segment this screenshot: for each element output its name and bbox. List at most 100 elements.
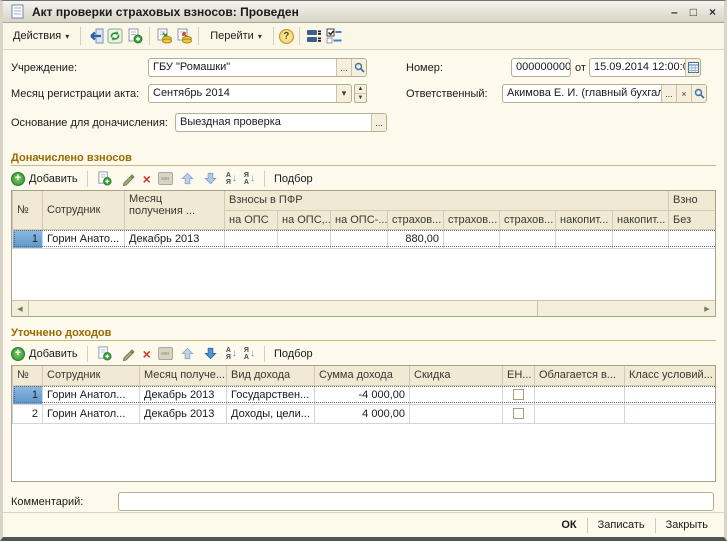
column-header[interactable]: № [13,366,43,385]
income-type-cell[interactable]: Государствен... [227,385,315,404]
sort-ascending-icon[interactable]: АЯ ↓ [226,172,237,186]
maximize-button[interactable]: □ [690,6,697,18]
move-up-icon[interactable] [180,171,196,187]
contributions-table[interactable]: № Сотрудник Месяц получения ... Взносы в… [11,190,716,317]
checkbox-cell[interactable] [503,404,535,423]
refresh-icon[interactable] [106,27,124,45]
add-row-button[interactable]: + Добавить [11,172,78,186]
taxed-cell[interactable] [535,404,625,423]
row-number-cell[interactable]: 2 [13,404,43,423]
institution-magnifier-icon[interactable] [351,59,366,76]
column-header-month[interactable]: Месяц получения ... [125,191,225,229]
reread-icon[interactable] [86,27,104,45]
basis-field[interactable]: Выездная проверка ... [175,113,387,132]
column-header[interactable]: Вид дохода [227,366,315,385]
column-header[interactable]: накопит... [613,210,669,229]
move-down-icon[interactable] [203,171,219,187]
edit-row-icon[interactable] [120,171,136,187]
month-cell[interactable]: Декабрь 2013 [140,404,227,423]
discount-cell[interactable] [410,404,503,423]
reg-month-spinner[interactable]: ▲ ▼ [354,84,367,103]
month-cell[interactable]: Декабрь 2013 [125,229,225,248]
value-cell[interactable] [331,229,388,248]
column-header[interactable]: страхов... [500,210,556,229]
date-value[interactable]: 15.09.2014 12:00:00 [590,59,685,76]
column-header[interactable]: накопит... [556,210,613,229]
value-cell[interactable] [278,229,331,248]
number-value[interactable]: 00000000001 [512,59,570,76]
column-header[interactable]: Без [669,210,716,229]
column-header[interactable]: на ОПС-... [331,210,388,229]
basis-lookup-button[interactable]: ... [371,114,386,131]
responsible-value[interactable]: Акимова Е. И. (главный бухгалтер) [503,85,661,102]
month-cell[interactable]: Декабрь 2013 [140,385,227,404]
column-header[interactable]: Месяц получе... [140,366,227,385]
form-settings-icon[interactable] [325,27,343,45]
column-header[interactable]: Класс условий... [625,366,717,385]
reg-month-value[interactable]: Сентябрь 2014 [149,85,336,102]
scrollbar-track[interactable] [28,301,699,316]
checkbox-unchecked[interactable] [513,408,524,419]
column-header[interactable]: Сотрудник [43,366,140,385]
pick-button[interactable]: Подбор [274,173,313,185]
value-cell[interactable] [225,229,278,248]
copy-document-icon[interactable] [126,27,144,45]
unpost-document-icon[interactable] [175,27,193,45]
minimize-button[interactable]: – [671,6,678,18]
discount-cell[interactable] [410,385,503,404]
post-document-icon[interactable] [155,27,173,45]
copy-row-icon[interactable] [97,346,113,362]
move-up-icon[interactable] [180,346,196,362]
value-cell[interactable] [669,229,716,248]
class-cell[interactable] [625,404,717,423]
move-down-icon[interactable] [203,346,219,362]
close-button[interactable]: × [709,6,716,18]
column-header[interactable]: на ОПС,... [278,210,331,229]
column-header[interactable]: страхов... [444,210,500,229]
value-cell[interactable] [613,229,669,248]
table-row[interactable]: 1 Горин Анатол... Декабрь 2013 Государст… [13,385,717,404]
taxed-cell[interactable] [535,385,625,404]
list-settings-icon[interactable] [305,27,323,45]
responsible-magnifier-icon[interactable] [691,85,706,102]
table-row[interactable]: 1 Горин Анато... Декабрь 2013 880,00 [13,229,717,248]
spin-up-icon[interactable]: ▲ [355,85,366,94]
amount-cell[interactable]: 4 000,00 [315,404,410,423]
row-number-cell[interactable]: 1 [13,229,43,248]
group-header-cut[interactable]: Взно [669,191,716,210]
row-number-cell[interactable]: 1 [13,385,43,404]
amount-cell[interactable]: -4 000,00 [315,385,410,404]
responsible-clear-icon[interactable]: × [676,85,691,102]
checkbox-cell[interactable] [503,385,535,404]
value-cell[interactable] [444,229,500,248]
basis-value[interactable]: Выездная проверка [176,114,371,131]
value-cell[interactable] [556,229,613,248]
scroll-left-icon[interactable]: ◀ [12,301,28,316]
employee-cell[interactable]: Горин Анато... [43,229,125,248]
ok-button[interactable]: ОК [551,517,586,533]
column-header[interactable]: ЕН... [503,366,535,385]
class-cell[interactable] [625,385,717,404]
reg-month-dropdown-icon[interactable]: ▾ [336,85,351,102]
column-header[interactable]: страхов... [388,210,444,229]
calendar-icon[interactable] [685,59,700,76]
copy-row-icon[interactable] [97,171,113,187]
column-header[interactable]: на ОПС [225,210,278,229]
employee-cell[interactable]: Горин Анатол... [43,385,140,404]
close-form-button[interactable]: Закрыть [656,517,718,533]
goto-menu-button[interactable]: Перейти ▾ [204,27,268,45]
column-header[interactable]: Облагается в... [535,366,625,385]
institution-lookup-button[interactable]: ... [336,59,351,76]
delete-row-icon[interactable]: × [143,347,151,361]
number-field[interactable]: 00000000001 [511,58,571,77]
edit-row-icon[interactable] [120,346,136,362]
institution-value[interactable]: ГБУ "Ромашки" [149,59,336,76]
incomes-table[interactable]: № Сотрудник Месяц получе... Вид дохода С… [11,365,716,482]
responsible-lookup-button[interactable]: ... [661,85,676,102]
actions-menu-button[interactable]: Действия ▾ [7,27,75,45]
table-row[interactable]: 2 Горин Анатол... Декабрь 2013 Доходы, ц… [13,404,717,423]
reg-month-field[interactable]: Сентябрь 2014 ▾ [148,84,352,103]
delete-row-icon[interactable]: × [143,172,151,186]
sort-descending-icon[interactable]: ЯА ↓ [244,172,255,186]
sort-ascending-icon[interactable]: АЯ ↓ [226,347,237,361]
